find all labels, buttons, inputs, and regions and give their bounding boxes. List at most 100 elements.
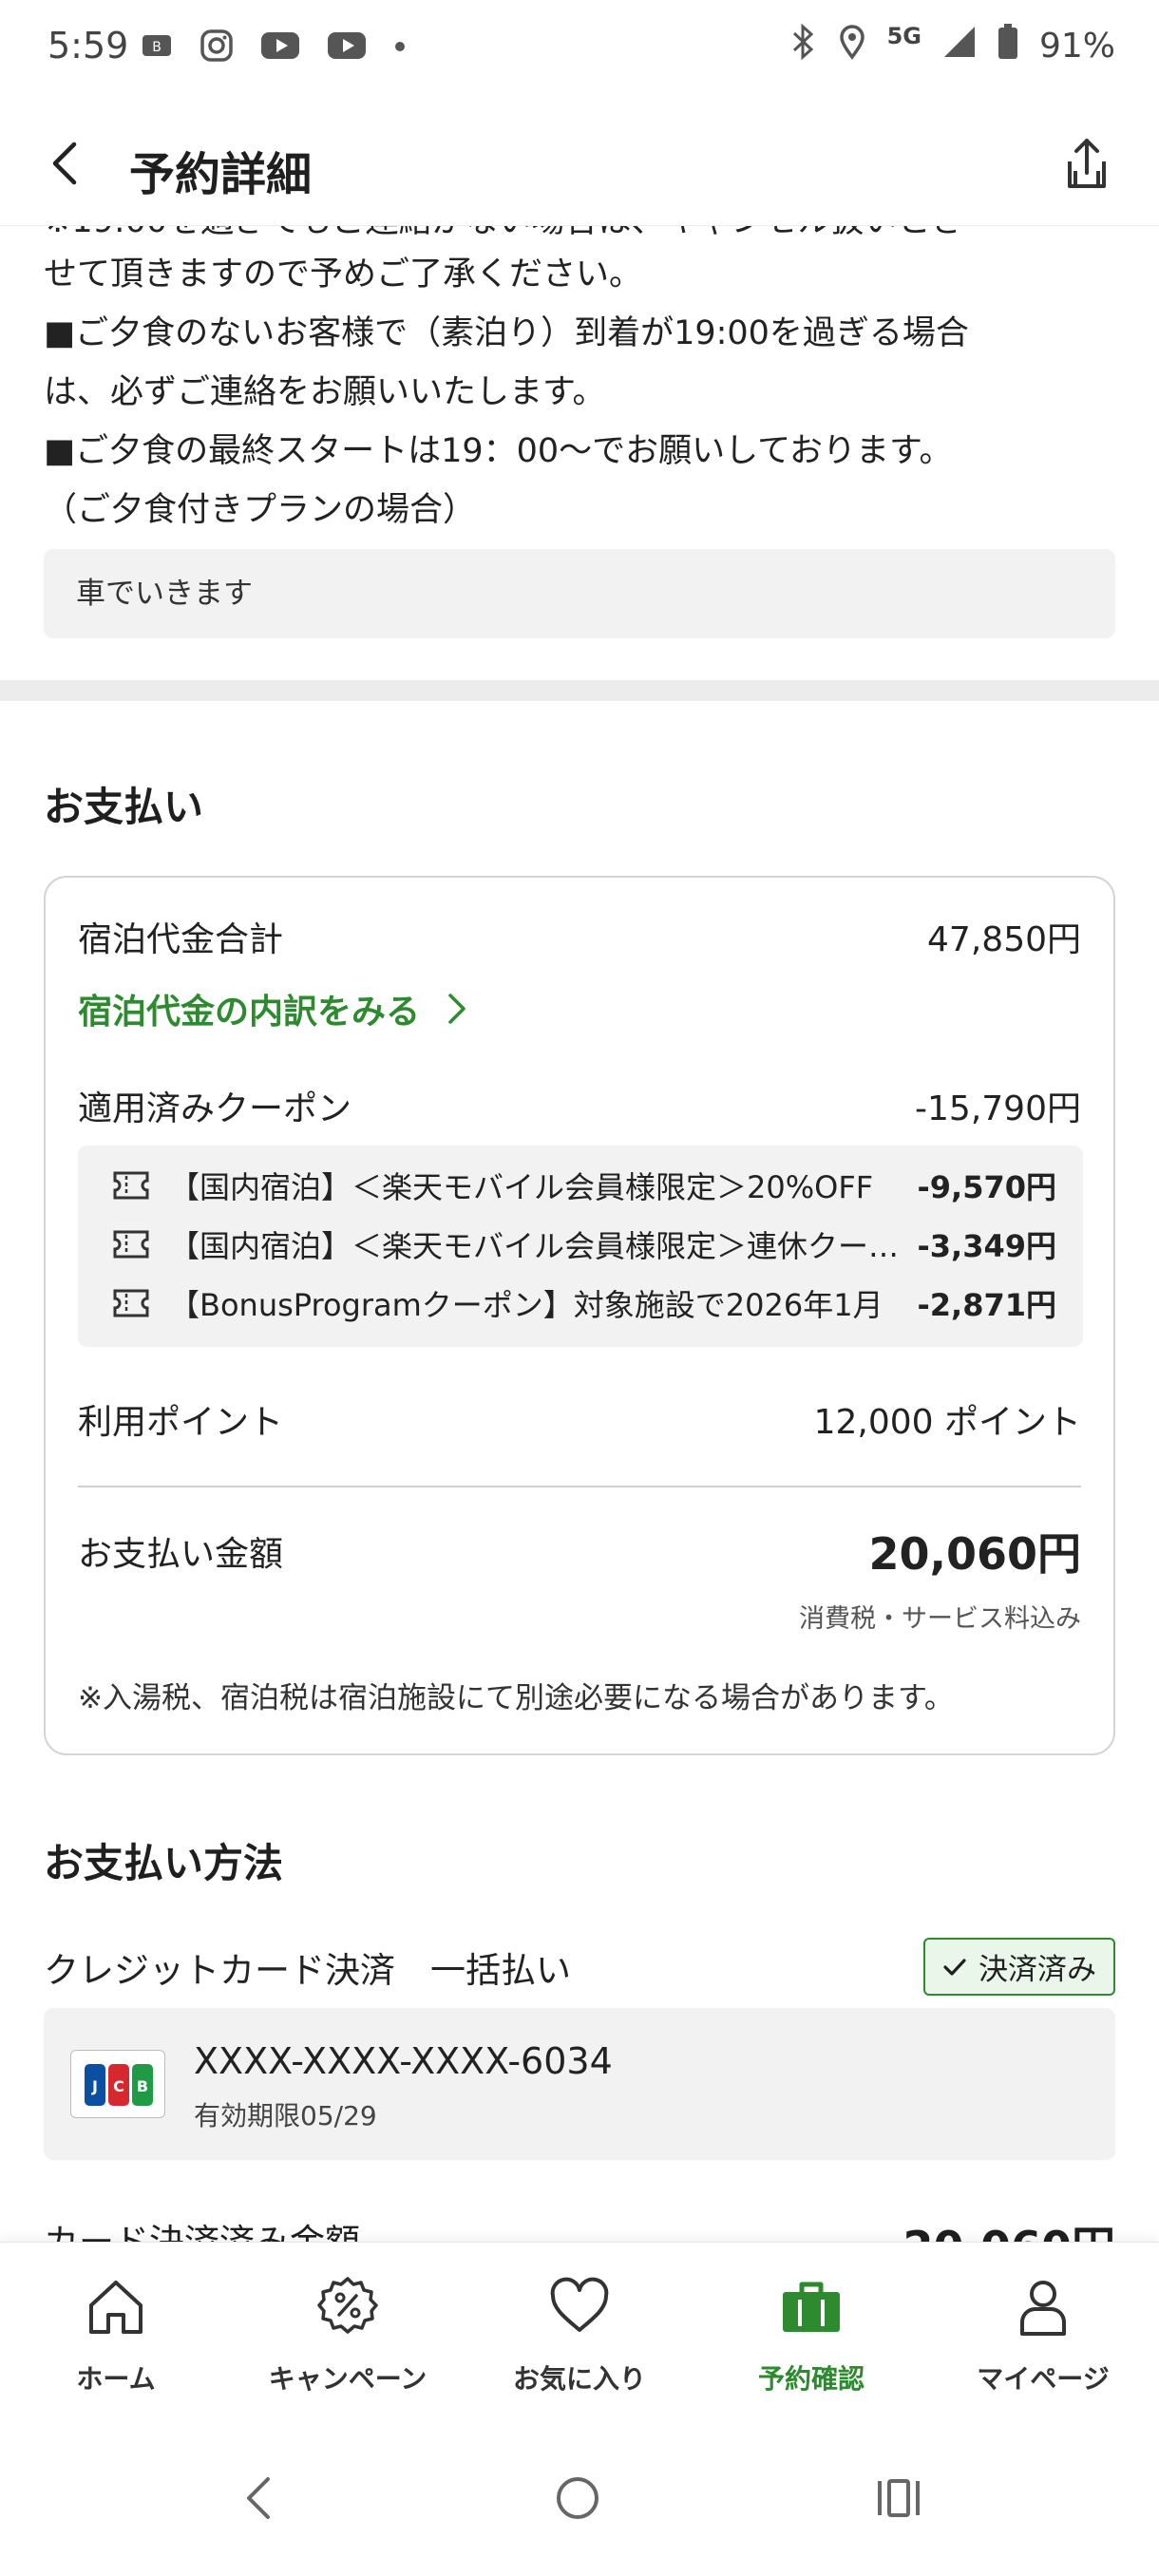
guest-memo: 車でいきます	[44, 549, 1115, 638]
bag-icon	[783, 2282, 840, 2332]
youtube-icon	[260, 31, 300, 64]
coupon-list: 【国内宿泊】＜楽天モバイル会員様限定＞20%OFF -9,570円 【国内宿泊】…	[78, 1146, 1083, 1347]
room-total-label: 宿泊代金合計	[78, 920, 284, 959]
nav-home[interactable]: ホーム	[0, 2243, 232, 2422]
section-divider	[0, 680, 1159, 701]
payment-method-label: クレジットカード決済 一括払い	[44, 1949, 571, 1991]
coupon-amount: -3,349円	[917, 1228, 1056, 1264]
coupon-name: 【国内宿泊】＜楽天モバイル会員様限定＞連休クーポン	[169, 1228, 918, 1264]
payment-summary-card: 宿泊代金合計 47,850円 宿泊代金の内訳をみる 適用済みクーポン -15,7…	[44, 876, 1115, 1755]
nav-label: マイページ	[977, 2363, 1110, 2395]
reservation-detail-content[interactable]: ※19:00を過ぎてもご連絡がない場合は、キャンセル扱いとさ せて頂きますので予…	[0, 226, 1159, 2242]
system-back-button[interactable]	[239, 2472, 277, 2529]
card-brand-j: J	[91, 2077, 98, 2095]
price-breakdown-link[interactable]: 宿泊代金の内訳をみる	[78, 984, 469, 1033]
tax-note: 消費税・サービス料込み	[799, 1604, 1081, 1634]
battery-icon	[998, 24, 1018, 68]
credit-card-info: J C B XXXX-XXXX-XXXX-6034 有効期限05/29	[44, 2008, 1115, 2160]
notes-line: は、必ずご連絡をお願いいたします。	[44, 373, 606, 411]
status-notification-icons: B	[141, 28, 407, 66]
coupon-name: 【BonusProgramクーポン】対象施設で2026年1月	[169, 1287, 884, 1323]
coupon-amount: -2,871円	[917, 1287, 1056, 1323]
instagram-icon	[200, 28, 234, 66]
bluetooth-icon	[788, 23, 817, 69]
system-back-icon	[247, 2477, 270, 2519]
status-time: 5:59	[48, 25, 129, 66]
card-expiry: 有効期限05/29	[194, 2100, 377, 2131]
status-bar: 5:59 B 5G 91%	[0, 0, 1159, 101]
back-button[interactable]	[38, 135, 95, 192]
points-value: 12,000 ポイント	[813, 1403, 1081, 1442]
coupon-name: 【国内宿泊】＜楽天モバイル会員様限定＞20%OFF	[169, 1169, 874, 1205]
coupon-label: 適用済みクーポン	[78, 1089, 352, 1128]
settled-amount-row: カード決済済み金額 20,060円	[44, 2213, 1115, 2242]
coupon-item: 【国内宿泊】＜楽天モバイル会員様限定＞連休クーポン -3,349円	[112, 1216, 1056, 1273]
notes-line: ■ご夕食のないお客様で（素泊り）到着が19:00を過ぎる場合	[44, 314, 969, 352]
notes-line: （ご夕食付きプランの場合）	[44, 491, 477, 529]
nav-campaign[interactable]: キャンペーン	[232, 2243, 464, 2422]
notes-line: せて頂きますので予めご了承ください。	[44, 256, 643, 294]
bottom-navigation: ホーム キャンペーン お気に入り 予約確認 マイページ	[0, 2242, 1159, 2422]
svg-text:B: B	[152, 40, 162, 55]
room-total-row: 宿泊代金合計 47,850円	[78, 912, 1081, 961]
status-badge-label: 決済済み	[978, 1953, 1096, 1987]
share-button[interactable]	[1056, 133, 1117, 194]
coupon-amount: -9,570円	[917, 1169, 1056, 1205]
signal-icon	[942, 25, 977, 67]
nav-favorites[interactable]: お気に入り	[464, 2243, 695, 2422]
payment-amount-row: お支払い金額 20,060円	[78, 1520, 1081, 1582]
payment-section-title: お支払い	[44, 784, 204, 830]
nav-label: ホーム	[76, 2363, 156, 2395]
settled-amount-label: カード決済済み金額	[44, 2213, 360, 2242]
ticket-icon	[113, 1171, 149, 1200]
app-notification-icon: B	[141, 31, 173, 64]
payment-method-row: クレジットカード決済 一括払い 決済済み	[44, 1938, 1115, 1996]
person-icon	[1020, 2281, 1066, 2336]
heart-icon	[550, 2277, 609, 2332]
settled-amount-value: 20,060円	[902, 2213, 1115, 2242]
system-navigation-bar	[0, 2422, 1159, 2576]
extra-tax-note: ※入湯税、宿泊税は宿泊施設にて別途必要になる場合があります。	[78, 1681, 954, 1715]
notes-line: ■ご夕食の最終スタートは19：00〜でお願いしております。	[44, 432, 953, 470]
system-home-button[interactable]	[551, 2472, 604, 2529]
coupon-item: 【国内宿泊】＜楽天モバイル会員様限定＞20%OFF -9,570円	[112, 1157, 1056, 1214]
points-label: 利用ポイント	[78, 1403, 284, 1442]
battery-level: 91%	[1038, 27, 1115, 66]
network-type: 5G	[886, 23, 922, 49]
chevron-right-icon	[448, 994, 466, 1024]
check-icon	[943, 1958, 966, 1976]
ticket-icon	[113, 1289, 149, 1317]
coupon-total: -15,790円	[915, 1089, 1081, 1128]
status-system-icons: 5G 91%	[788, 23, 1115, 69]
campaign-icon	[317, 2277, 378, 2334]
page-title: 予約詳細	[129, 148, 313, 201]
coupon-row: 適用済みクーポン -15,790円	[78, 1081, 1081, 1130]
nav-label: お気に入り	[512, 2363, 646, 2395]
chevron-left-icon	[52, 142, 77, 185]
nav-label: キャンペーン	[268, 2363, 428, 2395]
notes-line-cut: ※19:00を過ぎてもご連絡がない場合は、キャンセル扱いとさ	[44, 226, 963, 251]
summary-divider	[78, 1486, 1081, 1487]
ticket-icon	[113, 1230, 149, 1259]
nav-label: 予約確認	[757, 2363, 864, 2395]
card-brand-b: B	[137, 2077, 148, 2095]
share-icon	[1068, 139, 1106, 188]
card-number: XXXX-XXXX-XXXX-6034	[194, 2040, 613, 2082]
price-breakdown-label: 宿泊代金の内訳をみる	[78, 993, 421, 1032]
room-total-value: 47,850円	[927, 920, 1081, 959]
points-row: 利用ポイント 12,000 ポイント	[78, 1394, 1081, 1444]
nav-mypage[interactable]: マイページ	[927, 2243, 1159, 2422]
system-home-icon	[557, 2477, 598, 2519]
payment-amount-label: お支払い金額	[78, 1535, 284, 1574]
app-header: 予約詳細	[0, 101, 1159, 226]
coupon-item: 【BonusProgramクーポン】対象施設で2026年1月 -2,871円	[112, 1275, 1056, 1332]
facility-notes: ※19:00を過ぎてもご連絡がない場合は、キャンセル扱いとさ せて頂きますので予…	[44, 226, 1117, 540]
jcb-logo-icon: J C B	[70, 2050, 165, 2118]
payment-method-title: お支払い方法	[44, 1840, 284, 1886]
youtube-icon	[327, 31, 367, 64]
card-brand-c: C	[113, 2077, 124, 2095]
system-recents-button[interactable]	[872, 2472, 925, 2529]
system-recents-icon	[878, 2479, 920, 2517]
status-badge: 決済済み	[923, 1938, 1115, 1996]
nav-reservations[interactable]: 予約確認	[695, 2243, 927, 2422]
